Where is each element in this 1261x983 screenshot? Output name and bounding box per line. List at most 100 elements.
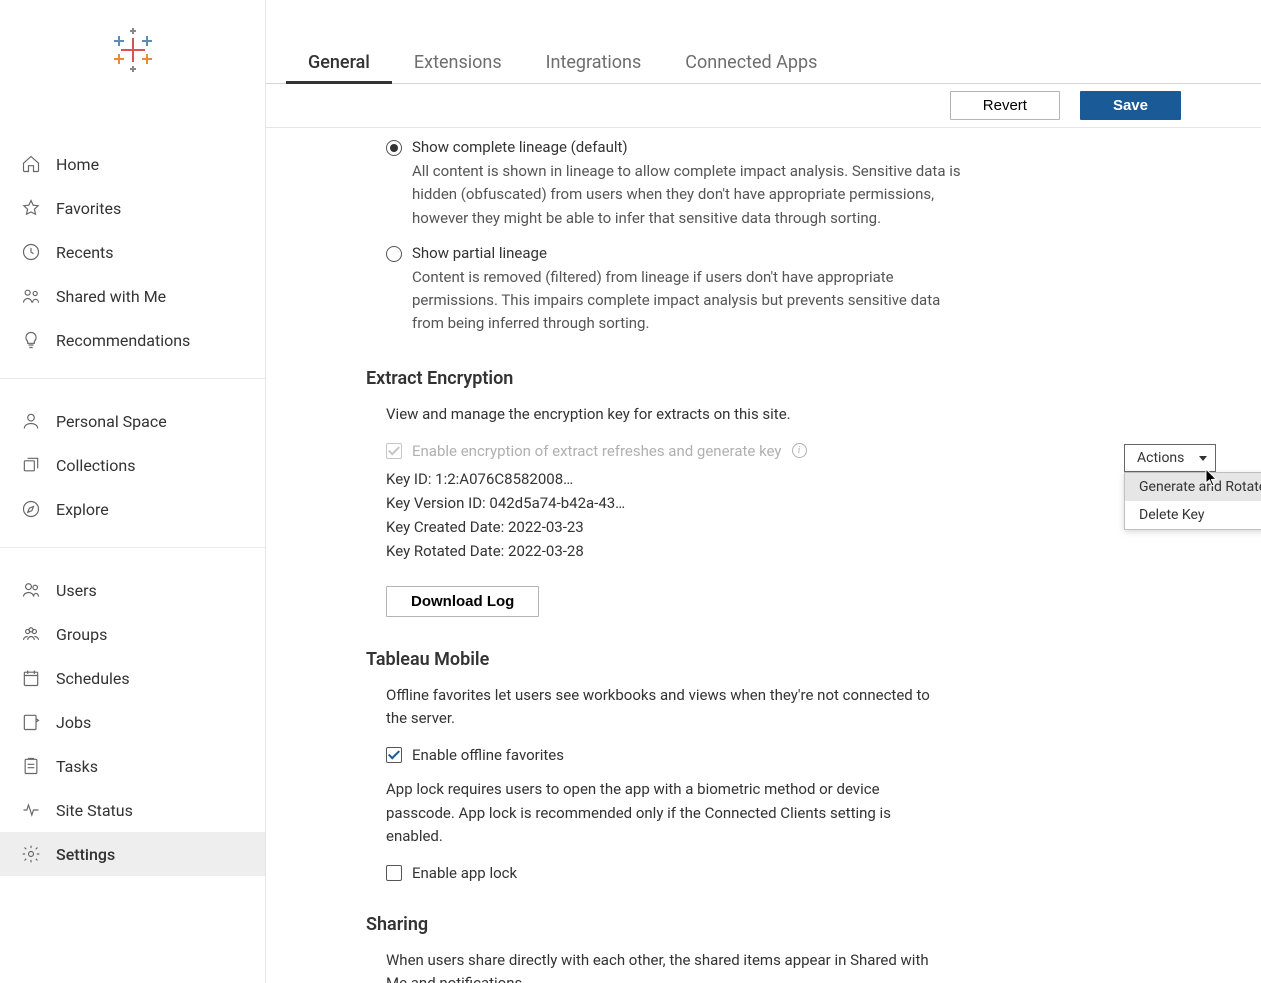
caret-down-icon [1199, 456, 1207, 461]
radio-complete-lineage[interactable]: Show complete lineage (default) All cont… [386, 138, 1201, 230]
bulb-icon [20, 329, 42, 351]
menu-item-rotate-key[interactable]: Generate and Rotate Key [1125, 473, 1261, 501]
nav-recents[interactable]: Recents [0, 230, 265, 274]
tab-label: Extensions [414, 52, 502, 73]
save-button[interactable]: Save [1080, 91, 1181, 120]
nav-label: Groups [56, 625, 107, 644]
explore-icon [20, 498, 42, 520]
tab-connected-apps[interactable]: Connected Apps [663, 42, 839, 83]
radio-body: Show partial lineage Content is removed … [412, 244, 962, 336]
tab-extensions[interactable]: Extensions [392, 42, 524, 83]
checkbox-icon [386, 443, 402, 459]
download-log-button[interactable]: Download Log [386, 586, 539, 617]
home-icon [20, 153, 42, 175]
actions-dropdown-wrap: Actions Generate and Rotate Key Delete K… [1124, 444, 1216, 472]
nav-label: Collections [56, 456, 136, 475]
checkbox-icon [386, 865, 402, 881]
nav-section-admin: Users Groups Schedules Jobs Tasks Site S… [0, 547, 265, 886]
nav-section-main: Home Favorites Recents Shared with Me Re… [0, 98, 265, 372]
section-title-sharing: Sharing [366, 914, 1201, 935]
checkbox-enable-encryption: Enable encryption of extract refreshes a… [386, 442, 1201, 460]
gear-icon [20, 843, 42, 865]
key-rotated: Key Rotated Date: 2022-03-28 [386, 542, 1201, 560]
checkbox-label: Enable encryption of extract refreshes a… [412, 442, 782, 460]
key-created: Key Created Date: 2022-03-23 [386, 518, 1201, 536]
checkbox-icon [386, 747, 402, 763]
logo-wrap [0, 20, 265, 98]
radio-desc: All content is shown in lineage to allow… [412, 160, 962, 230]
nav-label: Site Status [56, 801, 133, 820]
revert-button[interactable]: Revert [950, 91, 1060, 120]
sidebar: Home Favorites Recents Shared with Me Re… [0, 0, 266, 983]
nav-collections[interactable]: Collections [0, 443, 265, 487]
nav-label: Favorites [56, 199, 121, 218]
status-icon [20, 799, 42, 821]
tab-label: Connected Apps [685, 52, 817, 73]
nav-schedules[interactable]: Schedules [0, 656, 265, 700]
settings-tabs: General Extensions Integrations Connecte… [266, 0, 1261, 84]
nav-explore[interactable]: Explore [0, 487, 265, 531]
menu-item-delete-key[interactable]: Delete Key [1125, 501, 1261, 529]
radio-body: Show complete lineage (default) All cont… [412, 138, 962, 230]
actionbar: Revert Save [266, 84, 1261, 128]
tab-label: Integrations [546, 52, 642, 73]
calendar-icon [20, 667, 42, 689]
nav-label: Tasks [56, 757, 98, 776]
star-icon [20, 197, 42, 219]
nav-label: Recents [56, 243, 114, 262]
actions-dropdown-button[interactable]: Actions [1124, 444, 1216, 472]
nav-groups[interactable]: Groups [0, 612, 265, 656]
nav-recommendations[interactable]: Recommendations [0, 318, 265, 362]
nav-shared[interactable]: Shared with Me [0, 274, 265, 318]
nav-settings[interactable]: Settings [0, 832, 265, 876]
person-icon [20, 410, 42, 432]
shared-icon [20, 285, 42, 307]
tab-label: General [308, 52, 370, 73]
section-title-mobile: Tableau Mobile [366, 649, 1201, 670]
nav-section-spaces: Personal Space Collections Explore [0, 378, 265, 541]
nav-label: Recommendations [56, 331, 190, 350]
radio-label: Show complete lineage (default) [412, 138, 962, 156]
nav-personal-space[interactable]: Personal Space [0, 399, 265, 443]
actions-dropdown-menu: Generate and Rotate Key Delete Key [1124, 472, 1261, 530]
section-desc-extract: View and manage the encryption key for e… [386, 403, 946, 426]
nav-label: Settings [56, 845, 115, 864]
nav-label: Personal Space [56, 412, 167, 431]
groups-icon [20, 623, 42, 645]
checkbox-label: Enable app lock [412, 864, 517, 882]
nav-label: Jobs [56, 713, 91, 732]
key-id: Key ID: 1:2:A076C8582008… [386, 470, 1201, 488]
info-icon[interactable]: i [792, 443, 807, 458]
users-icon [20, 579, 42, 601]
checkbox-app-lock[interactable]: Enable app lock [386, 864, 1201, 882]
nav-tasks[interactable]: Tasks [0, 744, 265, 788]
radio-desc: Content is removed (filtered) from linea… [412, 266, 962, 336]
jobs-icon [20, 711, 42, 733]
tab-general[interactable]: General [286, 42, 392, 83]
nav-home[interactable]: Home [0, 142, 265, 186]
nav-users[interactable]: Users [0, 568, 265, 612]
nav-jobs[interactable]: Jobs [0, 700, 265, 744]
nav-site-status[interactable]: Site Status [0, 788, 265, 832]
main-panel: General Extensions Integrations Connecte… [266, 0, 1261, 983]
nav-label: Shared with Me [56, 287, 166, 306]
nav-label: Users [56, 581, 97, 600]
radio-partial-lineage[interactable]: Show partial lineage Content is removed … [386, 244, 1201, 336]
nav-label: Schedules [56, 669, 130, 688]
nav-label: Explore [56, 500, 109, 519]
settings-content: Show complete lineage (default) All cont… [266, 128, 1261, 983]
checkbox-offline-favorites[interactable]: Enable offline favorites [386, 746, 1201, 764]
tab-integrations[interactable]: Integrations [524, 42, 664, 83]
radio-label: Show partial lineage [412, 244, 962, 262]
radio-icon [386, 246, 402, 262]
tasks-icon [20, 755, 42, 777]
clock-icon [20, 241, 42, 263]
section-desc-sharing: When users share directly with each othe… [386, 949, 946, 983]
radio-icon [386, 140, 402, 156]
key-version: Key Version ID: 042d5a74-b42a-43… [386, 494, 1201, 512]
nav-favorites[interactable]: Favorites [0, 186, 265, 230]
collections-icon [20, 454, 42, 476]
checkbox-label: Enable offline favorites [412, 746, 564, 764]
nav-label: Home [56, 155, 99, 174]
applock-desc: App lock requires users to open the app … [386, 778, 946, 848]
